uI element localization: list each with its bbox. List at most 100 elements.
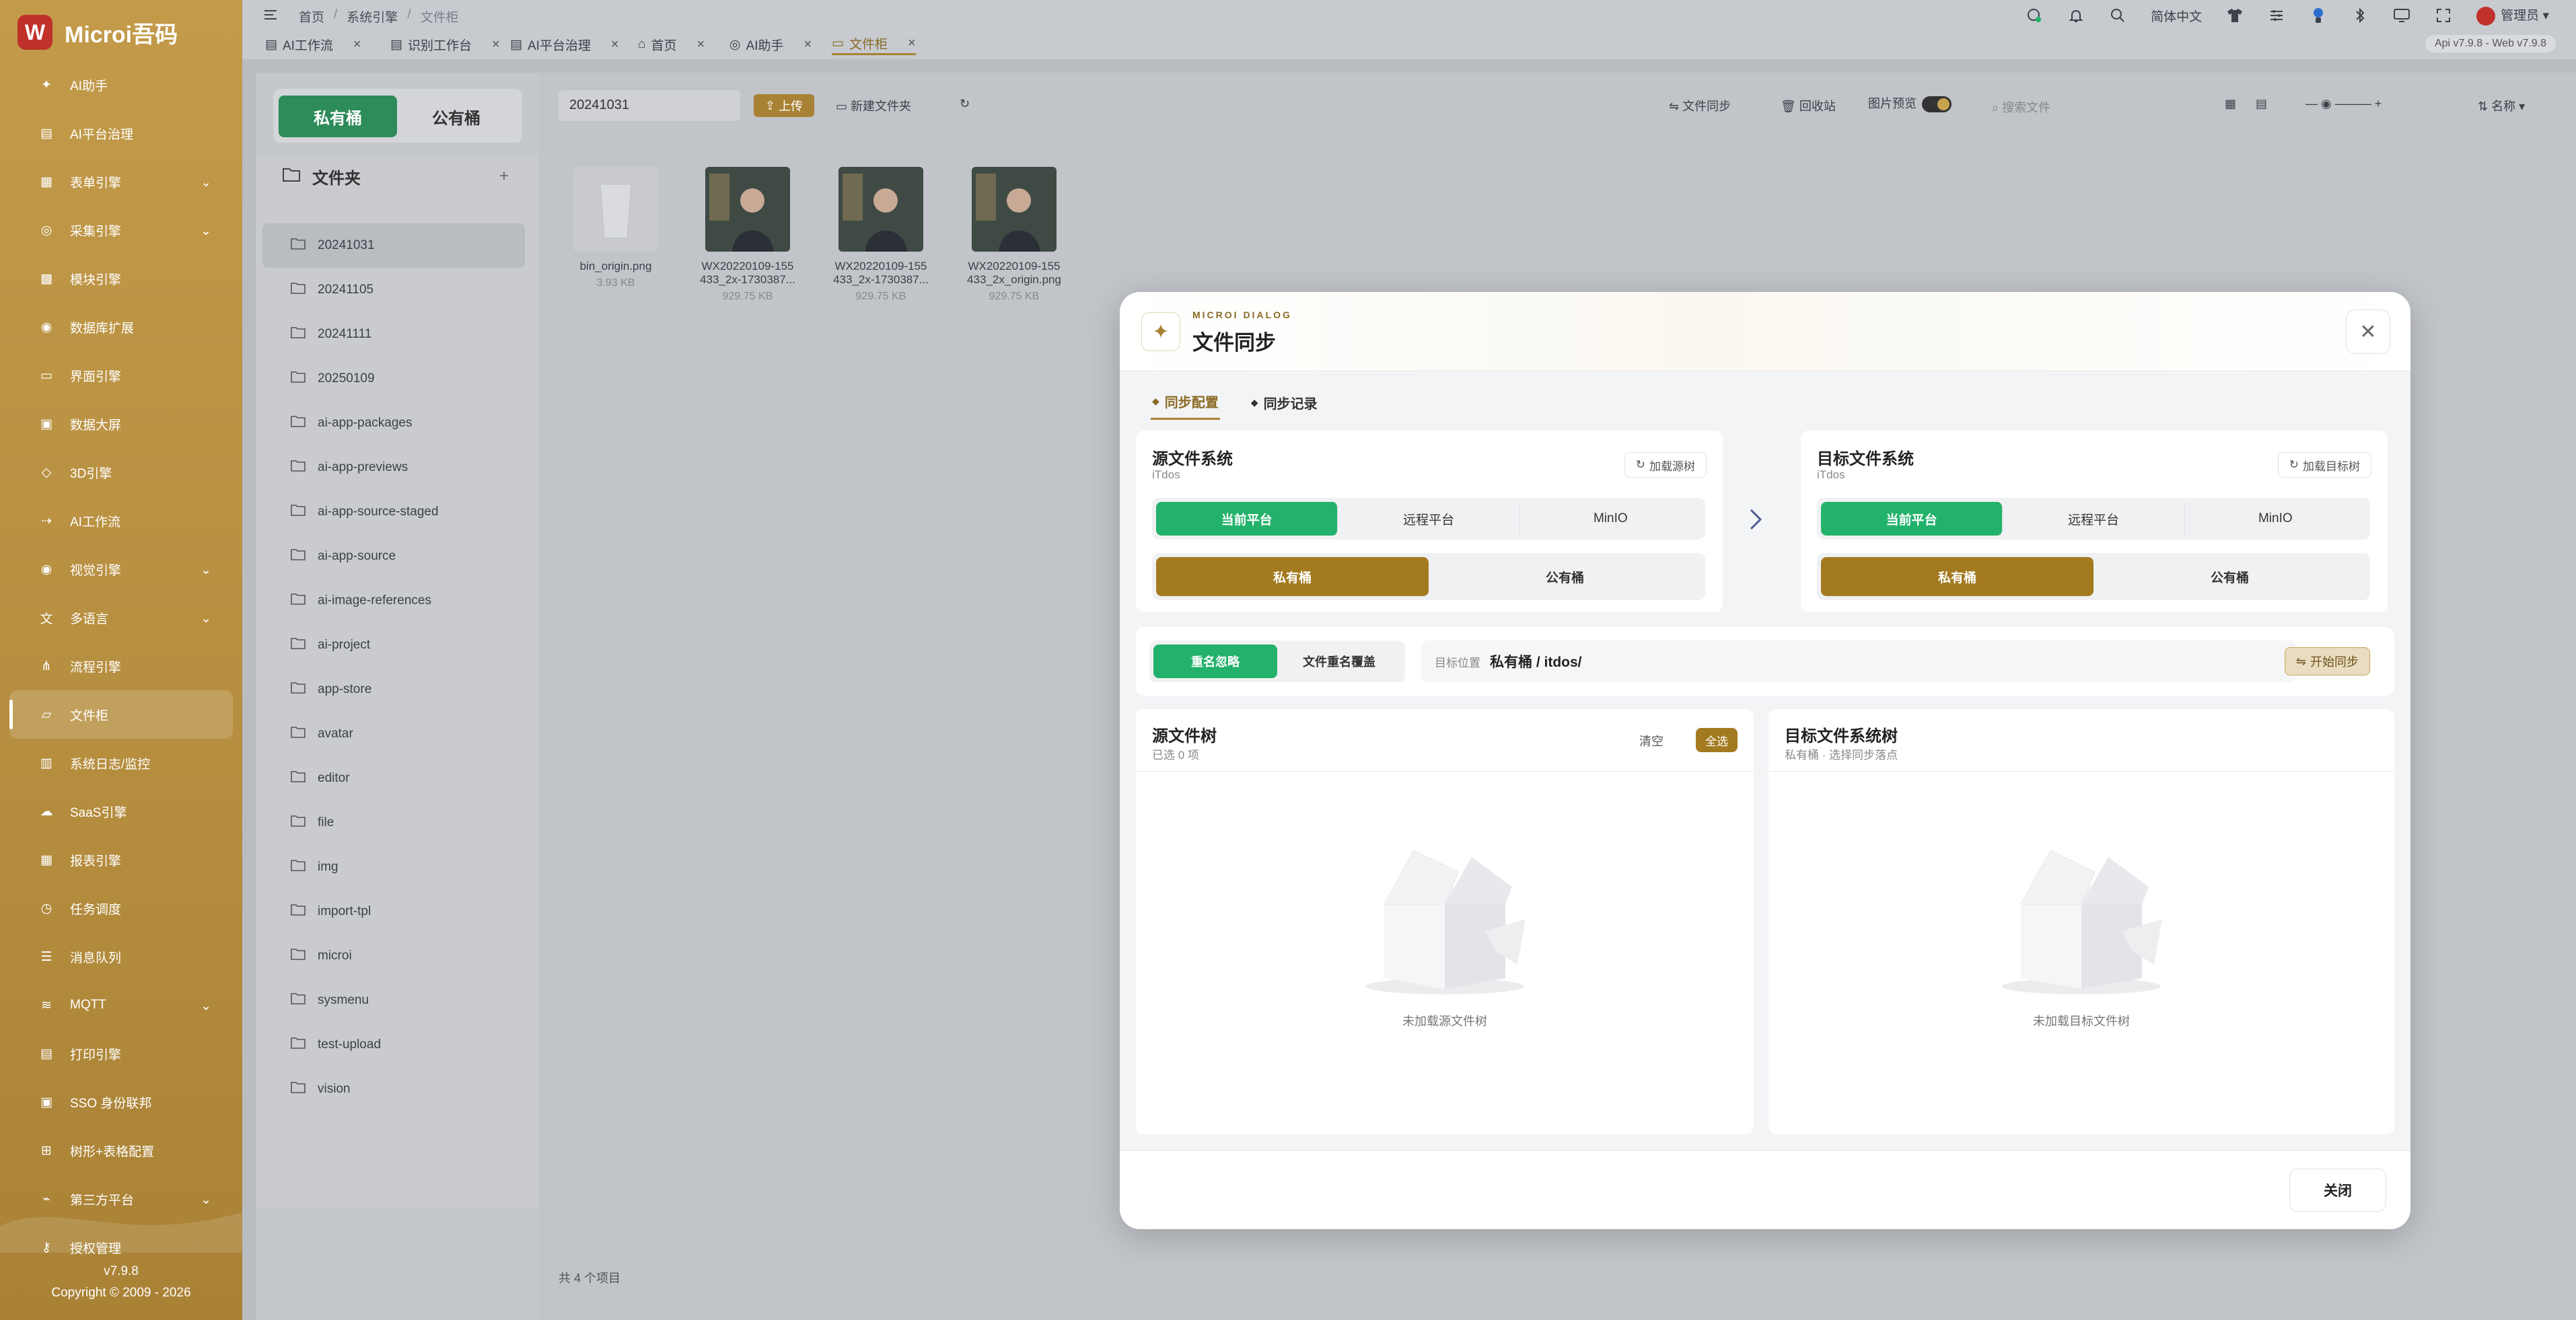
sidebar-item-1[interactable]: ▤ AI平台治理	[0, 109, 242, 157]
file-sync-button[interactable]: ⇋ 文件同步	[1669, 97, 1731, 114]
target-platform-current[interactable]: 当前平台	[1821, 502, 2003, 536]
folder-item[interactable]: editor	[262, 756, 532, 801]
target-platform-minio[interactable]: MinIO	[2185, 502, 2366, 536]
sidebar-item-7[interactable]: ▣ 数据大屏	[0, 400, 242, 448]
sidebar-item-19[interactable]: ≋ MQTT ⌄	[0, 981, 242, 1029]
sidebar-item-12[interactable]: ⋔ 流程引擎	[0, 642, 242, 690]
source-bucket-public[interactable]: 公有桶	[1429, 557, 1701, 596]
settings-sliders-icon[interactable]	[2268, 7, 2285, 24]
folder-item[interactable]: ai-app-packages	[262, 401, 532, 445]
language-switch[interactable]: 简体中文	[2151, 7, 2202, 25]
folder-item[interactable]: sysmenu	[262, 978, 532, 1023]
upload-button[interactable]: ⇪ 上传	[754, 94, 814, 117]
chat-status-icon[interactable]	[2026, 7, 2043, 24]
file-item[interactable]: WX20220109-155 433_2x-1730387... 929.75 …	[824, 167, 938, 303]
bluetooth-icon[interactable]	[2351, 7, 2369, 24]
sidebar-item-8[interactable]: ◇ 3D引擎	[0, 448, 242, 497]
target-bucket-public[interactable]: 公有桶	[2094, 557, 2366, 596]
folder-item[interactable]: 20250109	[262, 357, 532, 401]
refresh-icon[interactable]: ↻	[960, 97, 970, 111]
sidebar-item-22[interactable]: ⊞ 树形+表格配置	[0, 1126, 242, 1175]
sidebar-item-0[interactable]: ✦ AI助手	[0, 61, 242, 109]
target-platform-remote[interactable]: 远程平台	[2003, 502, 2185, 536]
recycle-bin-button[interactable]: 🗑 回收站	[1781, 97, 1836, 114]
sidebar-item-10[interactable]: ◉ 视觉引擎 ⌄	[0, 545, 242, 593]
folder-item[interactable]: img	[262, 845, 532, 889]
folder-item[interactable]: ai-app-source	[262, 534, 532, 579]
breadcrumb-home[interactable]: 首页	[299, 7, 324, 26]
list-view-icon[interactable]: ▤	[2256, 97, 2267, 111]
sidebar-item-15[interactable]: ☁ SaaS引擎	[0, 787, 242, 836]
search-icon[interactable]	[2109, 7, 2126, 24]
strategy-skip-duplicate[interactable]: 重名忽略	[1153, 645, 1277, 678]
file-item[interactable]: WX20220109-155 433_2x-1730387... 929.75 …	[690, 167, 805, 303]
sort-select[interactable]: ⇅ 名称 ▾	[2478, 97, 2525, 114]
private-bucket-button[interactable]: 私有桶	[279, 96, 397, 137]
close-icon[interactable]: ×	[804, 37, 812, 52]
load-source-tree-button[interactable]: ↻ 加载源树	[1624, 452, 1707, 478]
sidebar-item-5[interactable]: ◉ 数据库扩展	[0, 303, 242, 351]
sidebar-item-4[interactable]: ▩ 模块引擎	[0, 254, 242, 303]
sidebar-item-21[interactable]: ▣ SSO 身份联邦	[0, 1078, 242, 1126]
folder-item[interactable]: microi	[262, 934, 532, 978]
source-bucket-private[interactable]: 私有桶	[1156, 557, 1429, 596]
start-sync-button[interactable]: ⇋ 开始同步	[2284, 647, 2370, 675]
grid-view-icon[interactable]: ▦	[2225, 97, 2236, 111]
tab-sync-records[interactable]: ◆ 同步记录	[1250, 390, 1319, 420]
ai-robot-icon[interactable]	[2310, 7, 2327, 24]
sidebar-item-2[interactable]: ▦ 表单引擎 ⌄	[0, 157, 242, 206]
load-target-tree-button[interactable]: ↻ 加载目标树	[2277, 452, 2371, 478]
sidebar-item-11[interactable]: 文 多语言 ⌄	[0, 593, 242, 642]
close-icon[interactable]: ×	[492, 37, 500, 52]
close-icon[interactable]: ✕	[2346, 309, 2390, 354]
folder-item[interactable]: 20241031	[262, 223, 525, 268]
tab-ai-governance[interactable]: ▤ AI平台治理 ×	[510, 34, 619, 55]
menu-toggle-icon[interactable]	[262, 7, 279, 26]
folder-item[interactable]: import-tpl	[262, 889, 532, 934]
sidebar-item-20[interactable]: ▤ 打印引擎	[0, 1029, 242, 1078]
sidebar-item-9[interactable]: ⇢ AI工作流	[0, 497, 242, 545]
tab-ai-assistant[interactable]: ◎ AI助手 ×	[729, 34, 812, 55]
fullscreen-icon[interactable]	[2435, 7, 2452, 24]
close-icon[interactable]: ×	[611, 37, 619, 52]
folder-item[interactable]: ai-app-source-staged	[262, 490, 532, 534]
add-folder-icon[interactable]: +	[499, 167, 509, 186]
close-icon[interactable]: ×	[908, 36, 916, 51]
tab-sync-config[interactable]: ◆ 同步配置	[1151, 390, 1220, 420]
sidebar-item-6[interactable]: ▭ 界面引擎	[0, 351, 242, 400]
user-menu[interactable]: 管理员 ▾	[2476, 5, 2549, 26]
source-platform-remote[interactable]: 远程平台	[1338, 502, 1520, 536]
zoom-slider[interactable]: — ◉ ——— +	[2305, 97, 2382, 111]
monitor-icon[interactable]	[2393, 7, 2410, 24]
file-item[interactable]: WX20220109-155 433_2x_origin.png 929.75 …	[957, 167, 1071, 303]
app-logo[interactable]: W Microi吾码	[17, 15, 178, 50]
close-button[interactable]: 关闭	[2289, 1169, 2386, 1212]
breadcrumb-system[interactable]: 系统引擎	[347, 7, 398, 26]
folder-item[interactable]: vision	[262, 1067, 532, 1111]
public-bucket-button[interactable]: 公有桶	[397, 96, 515, 137]
folder-item[interactable]: test-upload	[262, 1023, 532, 1067]
tab-recognition[interactable]: ▤ 识别工作台 ×	[390, 34, 500, 55]
folder-item[interactable]: ai-app-previews	[262, 445, 532, 490]
search-input[interactable]: ⌕ 搜索文件	[1992, 93, 2194, 120]
close-icon[interactable]: ×	[353, 37, 361, 52]
folder-item[interactable]: app-store	[262, 667, 532, 712]
source-platform-minio[interactable]: MinIO	[1520, 502, 1701, 536]
sidebar-item-3[interactable]: ◎ 采集引擎 ⌄	[0, 206, 242, 254]
close-icon[interactable]: ×	[697, 37, 705, 52]
image-preview-toggle[interactable]: 图片预览	[1868, 94, 1952, 113]
sidebar-item-17[interactable]: ◷ 任务调度	[0, 884, 242, 932]
sidebar-item-18[interactable]: ☰ 消息队列	[0, 932, 242, 981]
folder-item[interactable]: avatar	[262, 712, 532, 756]
sidebar-item-16[interactable]: ▦ 报表引擎	[0, 836, 242, 884]
sidebar-item-14[interactable]: ▥ 系统日志/监控	[0, 739, 242, 787]
source-platform-current[interactable]: 当前平台	[1156, 502, 1338, 536]
tab-file-cabinet[interactable]: ▭ 文件柜 ×	[832, 34, 916, 55]
folder-item[interactable]: ai-image-references	[262, 579, 532, 623]
clear-selection-button[interactable]: 清空	[1639, 732, 1663, 749]
target-bucket-private[interactable]: 私有桶	[1821, 557, 2094, 596]
bell-icon[interactable]	[2067, 7, 2085, 24]
strategy-overwrite-duplicate[interactable]: 文件重名覆盖	[1277, 645, 1401, 678]
toggle-switch[interactable]	[1922, 96, 1952, 113]
path-input[interactable]: 20241031	[559, 90, 740, 121]
